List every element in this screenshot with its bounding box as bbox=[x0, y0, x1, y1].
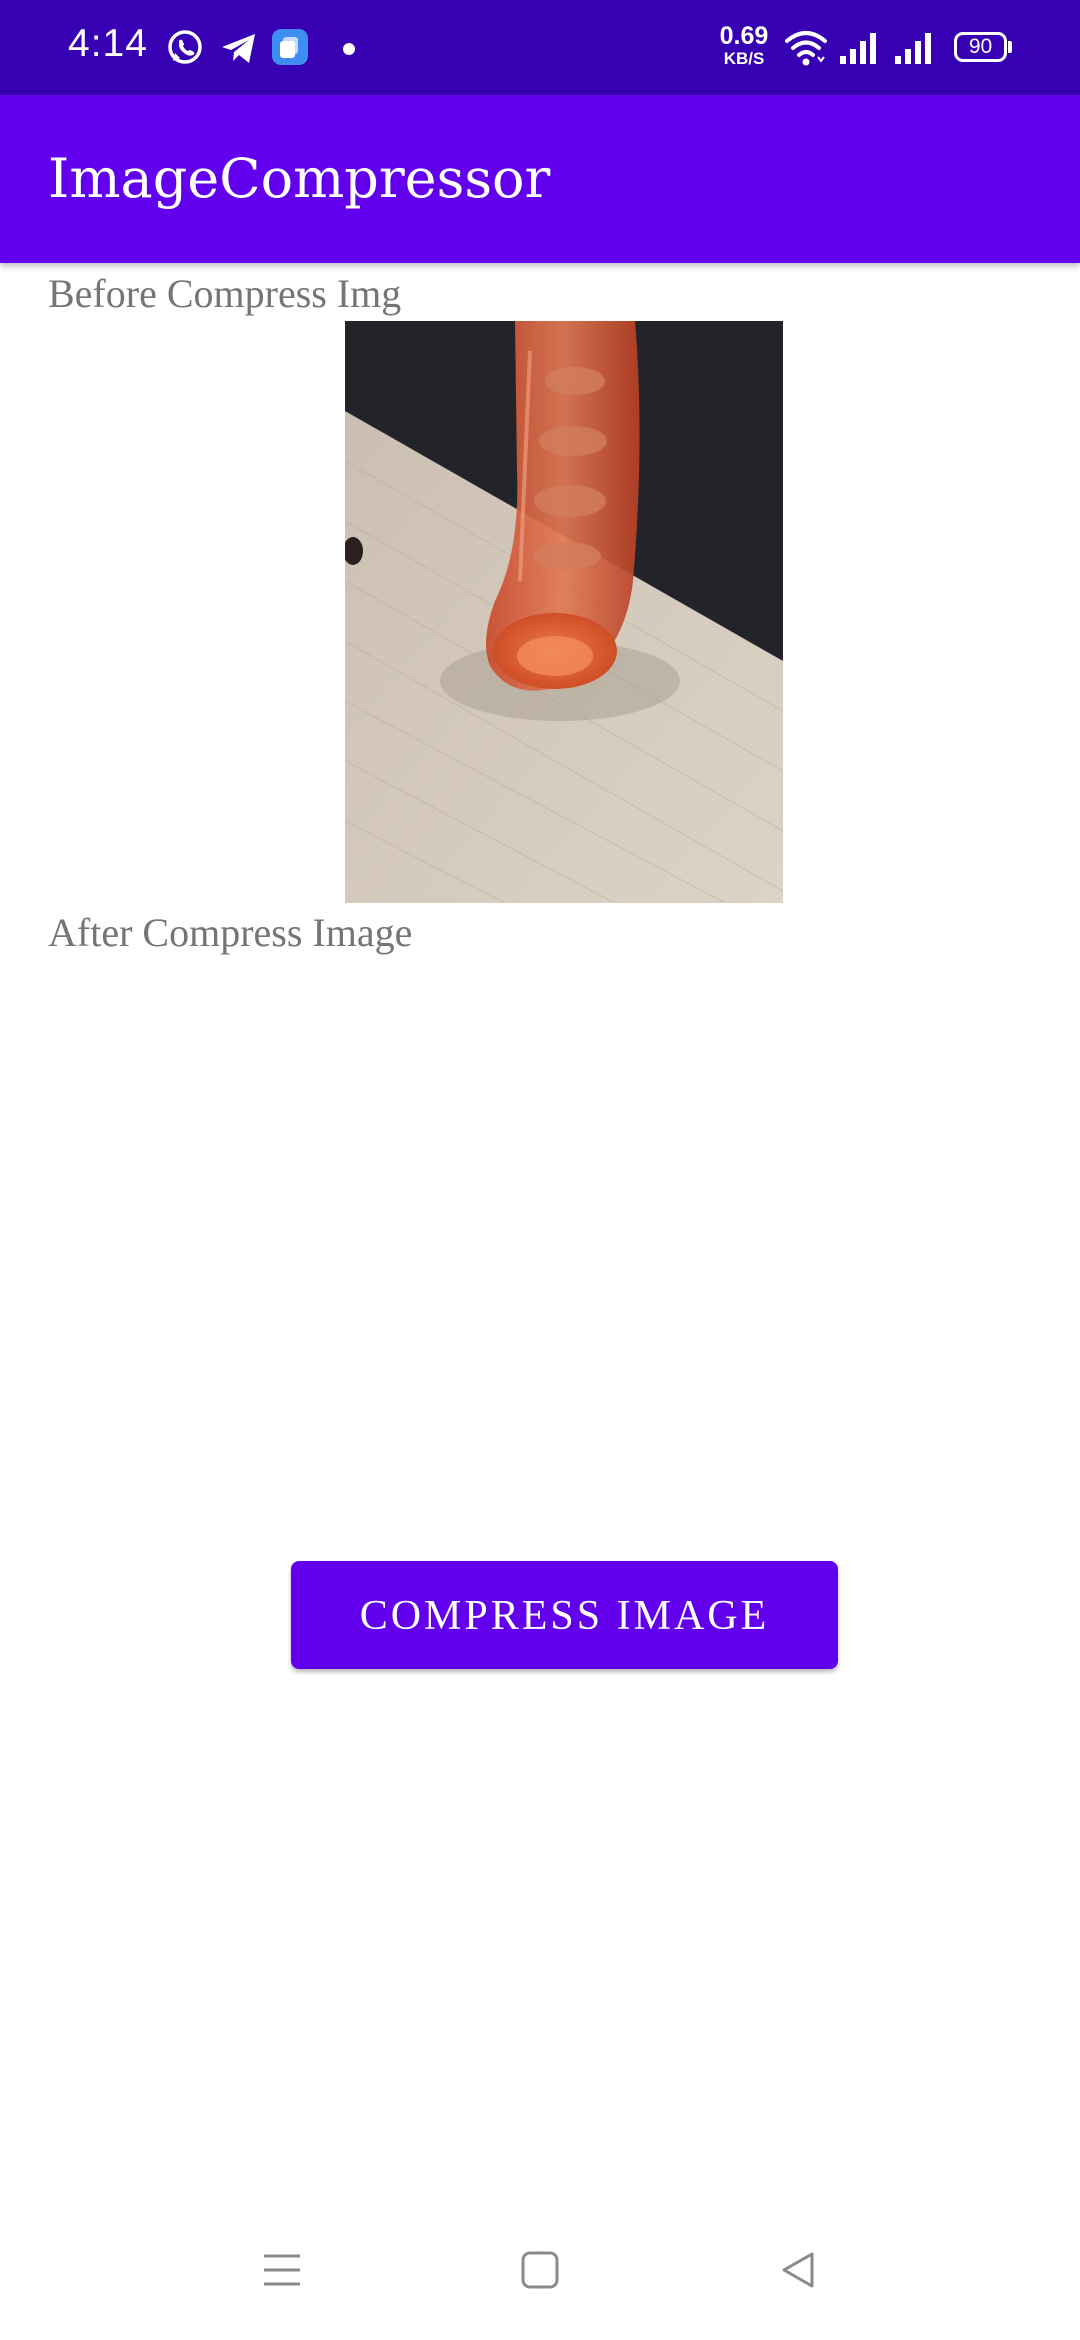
status-bar: 4:14 0.69 KB/S 90 bbox=[0, 0, 1080, 95]
home-icon[interactable] bbox=[520, 2250, 560, 2295]
telegram-icon bbox=[218, 27, 260, 69]
dot-icon bbox=[342, 42, 356, 84]
app-notification-icon bbox=[270, 27, 310, 69]
status-time: 4:14 bbox=[68, 22, 148, 65]
network-speed-unit: KB/S bbox=[723, 49, 765, 68]
screen: 4:14 0.69 KB/S 90 ImageCompressor Before… bbox=[0, 0, 1080, 2340]
menu-icon[interactable] bbox=[262, 2250, 302, 2295]
battery-icon: 90 bbox=[954, 32, 1007, 62]
after-compress-label: After Compress Image bbox=[48, 910, 413, 955]
compress-image-button[interactable]: COMPRESS IMAGE bbox=[291, 1561, 838, 1669]
signal-icon bbox=[838, 30, 880, 72]
app-bar: ImageCompressor bbox=[0, 95, 1080, 263]
whatsapp-icon bbox=[164, 27, 206, 69]
app-title: ImageCompressor bbox=[48, 147, 551, 210]
compressed-image bbox=[345, 960, 783, 1520]
back-icon[interactable] bbox=[778, 2250, 818, 2295]
network-speed-value: 0.69 bbox=[719, 22, 769, 50]
before-compress-label: Before Compress Img bbox=[48, 271, 402, 316]
battery-tip bbox=[1008, 41, 1012, 53]
battery-level: 90 bbox=[968, 35, 993, 58]
network-speed: 0.69 KB/S bbox=[716, 22, 772, 68]
signal-icon bbox=[893, 30, 935, 72]
wifi-icon bbox=[784, 28, 828, 70]
original-image bbox=[345, 321, 783, 903]
